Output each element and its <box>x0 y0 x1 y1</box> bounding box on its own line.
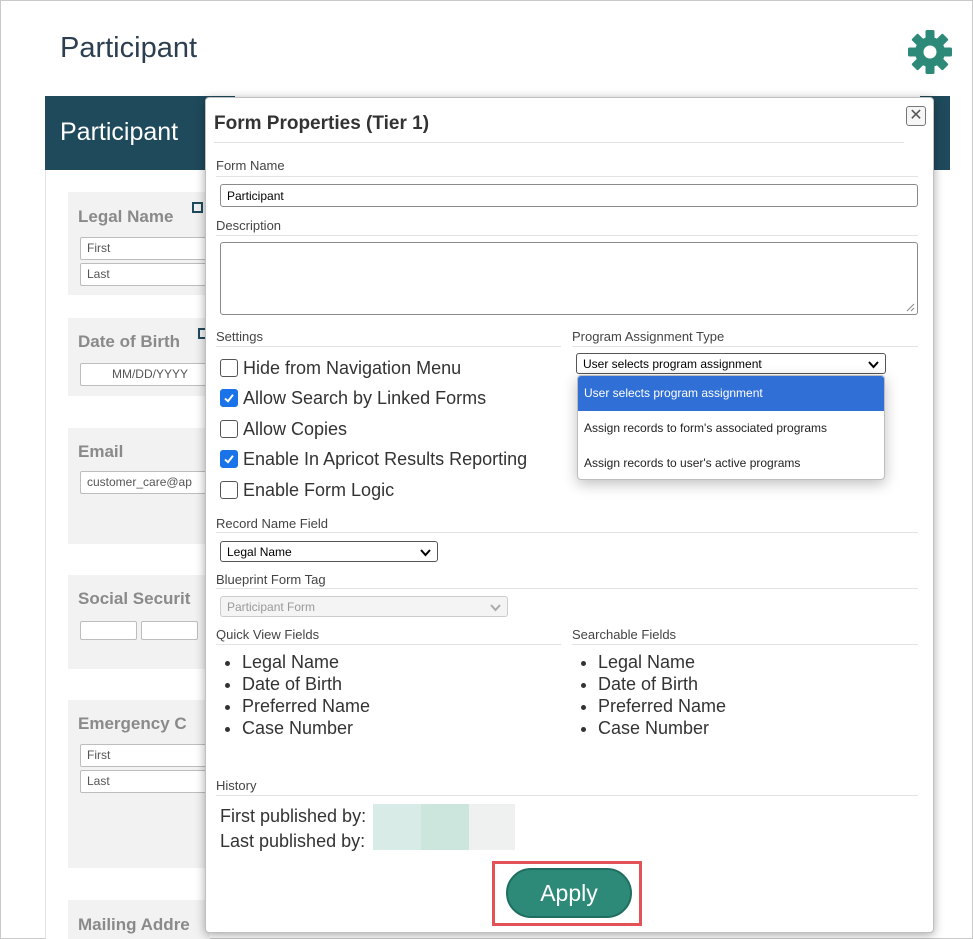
setting-label: Enable In Apricot Results Reporting <box>243 448 528 469</box>
setting-allow-copies[interactable]: Allow Copies <box>220 418 347 440</box>
divider <box>572 346 918 347</box>
record-name-select[interactable]: Legal Name <box>220 541 438 562</box>
program-assignment-label: Program Assignment Type <box>572 329 725 344</box>
title-divider <box>214 142 904 143</box>
setting-enable-form-logic[interactable]: Enable Form Logic <box>220 479 394 501</box>
divider <box>216 532 918 533</box>
checkbox[interactable] <box>220 359 238 377</box>
list-item: Case Number <box>242 717 370 739</box>
divider <box>216 644 561 645</box>
gear-icon[interactable] <box>907 29 953 75</box>
card-legal-name: Legal Name First Last <box>68 192 215 295</box>
searchable-label: Searchable Fields <box>572 627 677 642</box>
dropdown-option[interactable]: User selects program assignment <box>578 376 884 411</box>
list-item: Preferred Name <box>598 695 726 717</box>
legal-first-input[interactable]: First <box>80 237 215 260</box>
card-social-security: Social Securit <box>68 575 210 669</box>
checkbox[interactable] <box>220 450 238 468</box>
checkbox[interactable] <box>220 420 238 438</box>
divider <box>572 644 918 645</box>
card-label: Email <box>78 442 124 461</box>
setting-label: Allow Search by Linked Forms <box>243 387 487 408</box>
apply-button[interactable]: Apply <box>506 868 632 918</box>
blueprint-label: Blueprint Form Tag <box>216 572 326 587</box>
checkmark-icon <box>224 394 234 403</box>
form-name-label: Form Name <box>216 158 285 173</box>
card-label: Social Securit <box>78 589 191 608</box>
dropdown-option[interactable]: Assign records to user's active programs <box>578 446 884 479</box>
setting-hide-nav[interactable]: Hide from Navigation Menu <box>220 357 461 379</box>
dropdown-option[interactable]: Assign records to form's associated prog… <box>578 411 884 446</box>
card-emergency-contact: Emergency C First Last <box>68 700 215 868</box>
select-value: Participant Form <box>227 600 316 614</box>
chevron-down-icon <box>490 604 501 612</box>
history-label: History <box>216 778 257 793</box>
setting-label: Allow Copies <box>243 418 348 439</box>
chevron-down-icon <box>420 549 431 557</box>
card-email: Email customer_care@ap <box>68 428 220 544</box>
list-item: Case Number <box>598 717 726 739</box>
setting-enable-reporting[interactable]: Enable In Apricot Results Reporting <box>220 448 527 470</box>
select-value: User selects program assignment <box>583 357 762 371</box>
setting-allow-search-linked[interactable]: Allow Search by Linked Forms <box>220 387 486 409</box>
program-assignment-dropdown: User selects program assignment Assign r… <box>577 375 885 480</box>
list-item: Legal Name <box>598 651 726 673</box>
copy-icon <box>192 202 203 213</box>
divider <box>216 795 918 796</box>
last-published-label: Last published by: <box>220 831 366 851</box>
divider <box>216 588 918 589</box>
dob-input[interactable]: MM/DD/YYYY <box>80 363 220 386</box>
searchable-list: Legal Name Date of Birth Preferred Name … <box>572 651 726 739</box>
first-published-label: First published by: <box>220 806 367 826</box>
setting-label: Hide from Navigation Menu <box>243 357 462 378</box>
record-name-label: Record Name Field <box>216 516 328 531</box>
quick-view-label: Quick View Fields <box>216 627 320 642</box>
divider <box>216 235 918 236</box>
card-label: Date of Birth <box>78 332 180 351</box>
list-item: Date of Birth <box>242 673 370 695</box>
redacted-block <box>469 804 515 850</box>
emergency-last-input[interactable]: Last <box>80 770 215 793</box>
legal-last-input[interactable]: Last <box>80 263 215 286</box>
checkmark-icon <box>224 455 234 464</box>
program-assignment-select[interactable]: User selects program assignment <box>576 353 886 374</box>
description-label: Description <box>216 218 282 233</box>
checkbox[interactable] <box>220 389 238 407</box>
ssn-part-1-input[interactable] <box>80 621 137 640</box>
list-item: Preferred Name <box>242 695 370 717</box>
checkbox[interactable] <box>220 481 238 499</box>
chevron-down-icon <box>868 361 879 369</box>
list-item: Date of Birth <box>598 673 726 695</box>
form-name-input[interactable] <box>220 184 918 207</box>
select-value: Legal Name <box>227 545 292 559</box>
page-title: Participant <box>60 32 198 64</box>
modal-title: Form Properties (Tier 1) <box>214 113 430 134</box>
close-icon: ✕ <box>909 107 923 124</box>
card-label: Mailing Addre <box>78 915 190 934</box>
card-mailing-address: Mailing Addre <box>68 900 210 939</box>
card-date-of-birth: Date of Birth MM/DD/YYYY <box>68 318 220 396</box>
redacted-block <box>373 804 421 850</box>
list-item: Legal Name <box>242 651 370 673</box>
form-header-title: Participant <box>60 118 179 146</box>
email-input[interactable]: customer_care@ap <box>80 471 220 494</box>
description-textarea[interactable] <box>220 242 918 315</box>
card-label: Legal Name <box>78 207 174 226</box>
blueprint-select: Participant Form <box>220 596 508 617</box>
quick-view-list: Legal Name Date of Birth Preferred Name … <box>216 651 370 739</box>
setting-label: Enable Form Logic <box>243 479 395 500</box>
divider <box>216 176 918 177</box>
form-properties-modal: Form Properties (Tier 1) ✕ Form Name Des… <box>205 97 934 933</box>
resize-grip-icon[interactable] <box>906 303 915 312</box>
redacted-block <box>421 804 469 850</box>
close-button[interactable]: ✕ <box>906 106 926 126</box>
emergency-first-input[interactable]: First <box>80 744 215 767</box>
card-label: Emergency C <box>78 714 187 733</box>
divider <box>216 346 561 347</box>
settings-label: Settings <box>216 329 263 344</box>
ssn-part-2-input[interactable] <box>141 621 198 640</box>
